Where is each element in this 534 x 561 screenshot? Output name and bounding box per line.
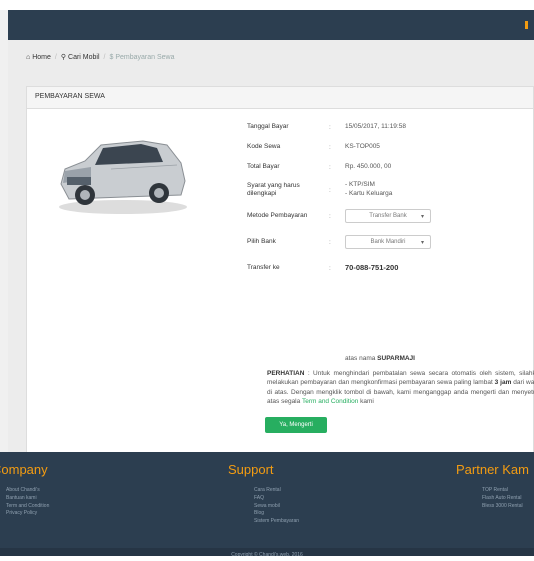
transfer-account: 70-088-751-200 [345,262,399,272]
tanggal-value: 15/05/2017, 11:19:58 [345,122,406,130]
breadcrumb-separator: / [54,54,57,61]
metode-label: Metode Pembayaran [247,211,308,219]
dollar-icon: $ [109,54,114,61]
breadcrumb-home-label: Home [32,54,51,61]
transfer-label: Transfer ke [247,263,280,271]
syarat-item: - Kartu Keluarga [345,190,393,197]
syarat-label: Syarat yang harus dilengkapi [247,181,300,197]
account-holder: atas nama SUPARMAJI [345,355,415,362]
bank-select-value: Bank Mandiri [370,239,406,245]
bank-select[interactable]: Bank Mandiri ▾ [345,235,431,249]
footer-company: Company About Chandi's Bantuan kami Term… [0,462,49,518]
payment-details: Tanggal Bayar : 15/05/2017, 11:19:58 Kod… [247,117,534,281]
footer-partner-link[interactable]: TOP Rental [482,487,529,495]
breadcrumb-current: $ Pembayaran Sewa [109,54,174,61]
kode-value: KS-TOP005 [345,142,380,150]
footer-support: Support Cara Rental FAQ Sewa mobil Blog … [228,462,299,526]
metode-select[interactable]: Transfer Bank ▾ [345,209,431,223]
breadcrumb-current-label: Pembayaran Sewa [115,54,175,61]
breadcrumb-separator: / [103,54,106,61]
footer-company-link[interactable]: Term and Condition [6,503,49,511]
breadcrumb-home[interactable]: ⌂ Home [26,54,51,61]
top-navbar [8,10,534,40]
footer-support-link[interactable]: Cara Rental [254,487,299,495]
notice-text: PERHATIAN : Untuk menghindari pembatalan… [267,369,534,407]
syarat-item: - KTP/SIM [345,181,375,189]
syarat-value: - KTP/SIM - Kartu Keluarga [345,181,392,199]
row-total: Total Bayar : Rp. 450.000, 00 [247,162,392,171]
row-transfer: Transfer ke : 70-088-751-200 [247,262,399,272]
footer-company-link[interactable]: Privacy Policy [6,510,49,518]
total-value: Rp. 450.000, 00 [345,162,392,170]
notice-deadline: 3 jam [494,379,512,387]
footer-support-title: Support [228,462,274,477]
row-kode: Kode Sewa : KS-TOP005 [247,142,380,151]
panel-title: PEMBAYARAN SEWA [27,87,533,109]
chevron-down-icon: ▾ [420,240,424,246]
confirm-button[interactable]: Ya, Mengerti [265,417,327,433]
row-syarat: Syarat yang harus dilengkapi : - KTP/SIM… [247,181,393,199]
terms-link[interactable]: Term and Condition [302,398,358,405]
tanggal-label: Tanggal Bayar [247,122,289,130]
car-image [59,140,187,214]
breadcrumb-cari-mobil[interactable]: ⚲ Cari Mobil [61,54,100,61]
footer-support-link[interactable]: Blog [254,510,299,518]
payment-panel: PEMBAYARAN SEWA Tanggal Bayar : 15/05/20… [26,86,534,472]
footer-partner-link[interactable]: Bless 3000 Rental [482,503,529,511]
metode-select-value: Transfer Bank [369,213,407,219]
row-bank: Pilih Bank : Bank Mandiri ▾ [247,229,534,255]
search-icon: ⚲ [60,54,67,61]
page-frame: ⌂ Home / ⚲ Cari Mobil / $ Pembayaran Sew… [0,0,534,561]
footer-support-link[interactable]: Sewa mobil [254,503,299,511]
account-holder-prefix: atas nama [345,355,376,362]
total-label: Total Bayar [247,162,280,170]
footer-company-link[interactable]: About Chandi's [6,487,49,495]
bank-label: Pilih Bank [247,237,276,245]
notice-text-3: kami [360,398,374,406]
bottom-border [0,556,534,561]
home-icon: ⌂ [26,54,31,61]
footer-partner-link[interactable]: Flash Auto Rental [482,495,529,503]
nav-accent-mark [525,21,528,29]
main-content: ⌂ Home / ⚲ Cari Mobil / $ Pembayaran Sew… [8,40,534,472]
footer-support-link[interactable]: FAQ [254,495,299,503]
footer-company-link[interactable]: Bantuan kami [6,495,49,503]
notice-title: PERHATIAN [267,370,305,377]
row-metode: Metode Pembayaran : Transfer Bank ▾ [247,203,534,229]
footer-company-title: Company [0,462,48,477]
breadcrumb-cari-label: Cari Mobil [68,54,100,61]
footer-partner-title: Partner Kam [456,462,529,477]
footer-support-link[interactable]: Sistem Pembayaran [254,518,299,526]
breadcrumb: ⌂ Home / ⚲ Cari Mobil / $ Pembayaran Sew… [26,54,175,61]
top-border [0,0,534,10]
row-tanggal: Tanggal Bayar : 15/05/2017, 11:19:58 [247,122,406,131]
kode-label: Kode Sewa [247,142,281,150]
chevron-down-icon: ▾ [420,214,424,220]
account-holder-name: SUPARMAJI [377,355,415,362]
footer: Company About Chandi's Bantuan kami Term… [0,452,534,548]
footer-partner: Partner Kam TOP Rental Flash Auto Rental… [456,462,529,510]
